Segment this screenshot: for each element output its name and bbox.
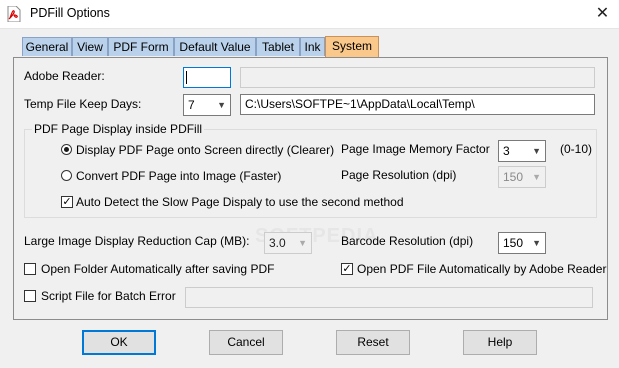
- adobe-reader-label: Adobe Reader:: [24, 69, 105, 83]
- open-pdf-label[interactable]: Open PDF File Automatically by Adobe Rea…: [357, 262, 606, 276]
- tab-view[interactable]: View: [72, 37, 108, 56]
- check-icon: ✓: [62, 196, 72, 208]
- close-button[interactable]: ✕: [586, 0, 619, 28]
- cancel-button[interactable]: Cancel: [209, 330, 283, 355]
- radio-selected-dot: [64, 147, 69, 152]
- radio-convert-image[interactable]: [61, 170, 72, 181]
- memory-factor-value: 3: [503, 144, 510, 158]
- group-title: PDF Page Display inside PDFill: [32, 122, 205, 136]
- tab-general[interactable]: General: [22, 37, 72, 56]
- chevron-down-icon: ▼: [532, 238, 541, 248]
- window-title: PDFill Options: [30, 6, 110, 20]
- adobe-reader-path-field: [240, 67, 595, 88]
- ok-button[interactable]: OK: [82, 330, 156, 355]
- script-file-field: [185, 287, 593, 308]
- close-icon: ✕: [595, 5, 610, 22]
- radio-convert-image-label[interactable]: Convert PDF Page into Image (Faster): [76, 169, 281, 183]
- tab-system[interactable]: System: [325, 36, 379, 57]
- auto-detect-label[interactable]: Auto Detect the Slow Page Dispaly to use…: [76, 195, 404, 209]
- tab-default-value[interactable]: Default Value: [174, 37, 256, 56]
- tab-pdf-form[interactable]: PDF Form: [108, 37, 174, 56]
- chevron-down-icon: ▼: [532, 146, 541, 156]
- script-file-label[interactable]: Script File for Batch Error: [41, 289, 176, 303]
- temp-days-label: Temp File Keep Days:: [24, 97, 142, 111]
- tab-ink[interactable]: Ink: [300, 37, 325, 56]
- radio-display-screen[interactable]: [61, 144, 72, 155]
- barcode-resolution-label: Barcode Resolution (dpi): [341, 234, 474, 248]
- page-resolution-select: 150 ▼: [498, 166, 546, 188]
- memory-factor-select[interactable]: 3 ▼: [498, 140, 546, 162]
- temp-days-select[interactable]: 7 ▼: [183, 94, 231, 116]
- pdf-icon: [7, 6, 21, 22]
- text-cursor: [186, 71, 187, 84]
- open-folder-label[interactable]: Open Folder Automatically after saving P…: [41, 262, 274, 276]
- help-button[interactable]: Help: [463, 330, 537, 355]
- open-folder-checkbox[interactable]: [24, 263, 36, 275]
- page-resolution-value: 150: [503, 170, 524, 184]
- reset-button[interactable]: Reset: [336, 330, 410, 355]
- script-file-checkbox[interactable]: [24, 290, 36, 302]
- chevron-down-icon: ▼: [532, 172, 541, 182]
- temp-days-value: 7: [188, 98, 195, 112]
- auto-detect-checkbox[interactable]: ✓: [61, 196, 73, 208]
- reduction-cap-label: Large Image Display Reduction Cap (MB):: [24, 234, 250, 248]
- radio-display-screen-label[interactable]: Display PDF Page onto Screen directly (C…: [76, 143, 334, 157]
- open-pdf-checkbox[interactable]: ✓: [341, 263, 353, 275]
- page-resolution-label: Page Resolution (dpi): [341, 168, 457, 182]
- check-icon: ✓: [342, 263, 352, 275]
- memory-factor-range: (0-10): [560, 142, 593, 156]
- reduction-cap-select: 3.0 ▼: [264, 232, 312, 254]
- reduction-cap-value: 3.0: [269, 236, 286, 250]
- barcode-resolution-value: 150: [503, 236, 524, 250]
- tab-tablet[interactable]: Tablet: [256, 37, 300, 56]
- chevron-down-icon: ▼: [217, 100, 226, 110]
- barcode-resolution-select[interactable]: 150 ▼: [498, 232, 546, 254]
- memory-factor-label: Page Image Memory Factor: [341, 142, 490, 156]
- adobe-reader-field[interactable]: [183, 67, 231, 88]
- temp-path-field[interactable]: C:\Users\SOFTPE~1\AppData\Local\Temp\: [240, 94, 595, 115]
- chevron-down-icon: ▼: [298, 238, 307, 248]
